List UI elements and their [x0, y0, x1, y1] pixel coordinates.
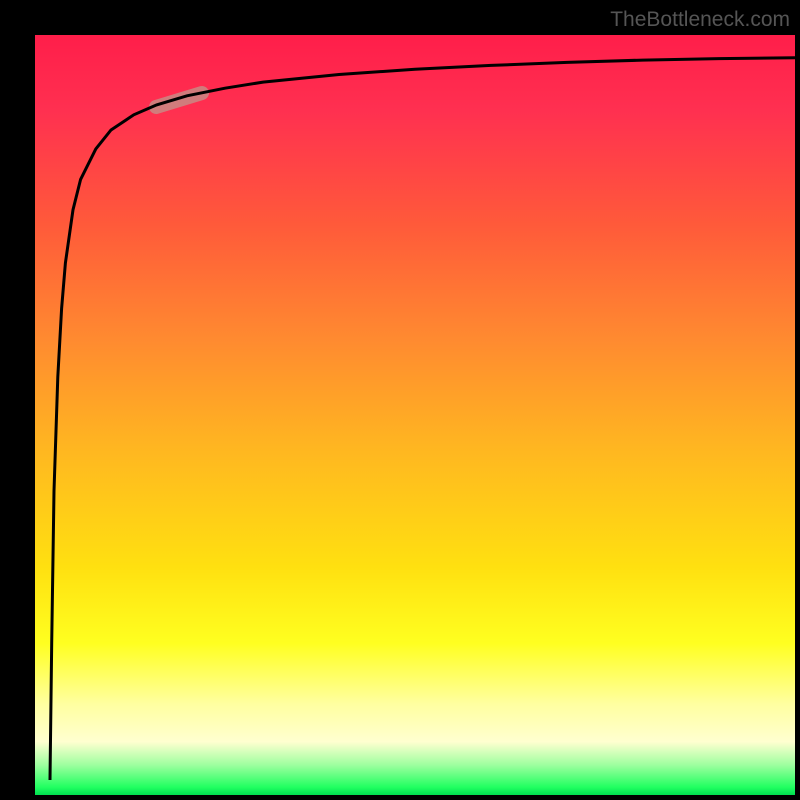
chart-svg: [35, 35, 795, 795]
bottleneck-curve-line: [50, 58, 795, 780]
watermark-text: TheBottleneck.com: [610, 8, 790, 32]
chart-frame: TheBottleneck.com: [0, 0, 800, 800]
